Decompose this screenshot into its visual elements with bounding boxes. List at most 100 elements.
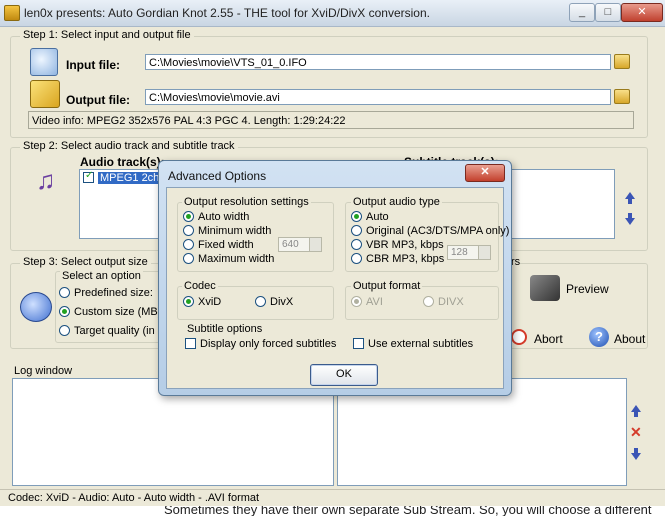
external-subtitles-option[interactable]: Use external subtitles <box>353 338 473 350</box>
status-text: Codec: XviD - Audio: Auto - Auto width -… <box>8 492 260 504</box>
forced-subtitles-label: Display only forced subtitles <box>200 338 337 350</box>
resolution-group-label: Output resolution settings <box>182 196 311 208</box>
res-auto-label: Auto width <box>198 211 250 223</box>
audio-auto-label: Auto <box>366 211 389 223</box>
audio-auto-radio[interactable] <box>351 211 362 222</box>
codec-xvid-label: XviD <box>198 296 222 308</box>
res-max-radio[interactable] <box>183 253 194 264</box>
move-up-icon[interactable] <box>624 192 636 206</box>
audio-track-list[interactable]: ✓ MPEG1 2ch <box>79 169 164 239</box>
custom-radio[interactable] <box>59 306 70 317</box>
dialog-close-button[interactable]: ✕ <box>465 164 505 182</box>
output-file-icon[interactable] <box>30 80 60 108</box>
app-icon <box>4 5 20 21</box>
browse-input-icon[interactable] <box>614 54 630 69</box>
preview-button[interactable]: Preview <box>566 282 609 296</box>
codec-divx-radio[interactable] <box>255 296 266 307</box>
audio-original-label: Original (AC3/DTS/MPA only) <box>366 225 510 237</box>
status-bar: Codec: XviD - Audio: Auto - Auto width -… <box>0 489 665 507</box>
audio-auto[interactable]: Auto <box>351 211 389 223</box>
ok-button[interactable]: OK <box>310 364 378 386</box>
audio-track-name: MPEG1 2ch <box>98 172 162 184</box>
window-title: len0x presents: Auto Gordian Knot 2.55 -… <box>24 6 430 20</box>
predefined-radio[interactable] <box>59 287 70 298</box>
res-auto-width[interactable]: Auto width <box>183 211 249 223</box>
audio-original[interactable]: Original (AC3/DTS/MPA only) <box>351 225 509 237</box>
minimize-button[interactable]: _ <box>569 3 595 22</box>
input-file-field[interactable]: C:\Movies\movie\VTS_01_0.IFO <box>145 54 611 70</box>
input-file-label: Input file: <box>66 58 120 72</box>
subtitle-track-list[interactable] <box>510 169 615 239</box>
res-auto-radio[interactable] <box>183 211 194 222</box>
custom-size-option[interactable]: Custom size (MB): <box>59 306 164 318</box>
format-group-label: Output format <box>351 280 423 292</box>
audio-cbr-label: CBR MP3, kbps <box>366 253 445 265</box>
background-page: Sometimes they have their own separate S… <box>0 506 665 516</box>
format-divx-label: DIVX <box>438 296 464 308</box>
target-label: Target quality (in pe <box>74 325 170 337</box>
fixed-width-spin-arrows[interactable] <box>309 238 321 251</box>
fixed-width-value: 640 <box>282 239 299 250</box>
res-fixed-width[interactable]: Fixed width <box>183 239 254 251</box>
title-bar: len0x presents: Auto Gordian Knot 2.55 -… <box>0 0 665 27</box>
dialog-body: Output resolution settings Auto width Mi… <box>166 187 509 389</box>
input-file-icon[interactable] <box>30 48 58 76</box>
target-radio[interactable] <box>59 325 70 336</box>
format-divx: DIVX <box>423 296 464 308</box>
music-note-icon: ♫ <box>36 165 56 195</box>
audio-track-item[interactable]: ✓ MPEG1 2ch <box>83 170 162 184</box>
forced-subtitles-option[interactable]: Display only forced subtitles <box>185 338 336 350</box>
close-button[interactable]: ✕ <box>621 3 663 22</box>
log-down-icon[interactable] <box>630 448 642 462</box>
res-fixed-radio[interactable] <box>183 239 194 250</box>
log-up-icon[interactable] <box>630 405 642 419</box>
codec-divx[interactable]: DivX <box>255 296 293 308</box>
audio-track-label: Audio track(s): <box>80 155 165 169</box>
output-file-field[interactable]: C:\Movies\movie\movie.avi <box>145 89 611 105</box>
res-minimum-width[interactable]: Minimum width <box>183 225 271 237</box>
mp3-bitrate-spin-arrows[interactable] <box>478 246 490 259</box>
res-maximum-width[interactable]: Maximum width <box>183 253 274 265</box>
step1-label: Step 1: Select input and output file <box>20 29 194 41</box>
codec-xvid[interactable]: XviD <box>183 296 221 308</box>
codec-divx-label: DivX <box>270 296 294 308</box>
dialog-title: Advanced Options <box>168 169 267 183</box>
step3-label: Step 3: Select output size <box>20 256 151 268</box>
audio-type-group-label: Output audio type <box>351 196 442 208</box>
predefined-size-option[interactable]: Predefined size: <box>59 287 153 299</box>
format-avi: AVI <box>351 296 383 308</box>
audio-vbr-mp3[interactable]: VBR MP3, kbps <box>351 239 444 251</box>
pie-chart-icon <box>20 292 52 322</box>
custom-label: Custom size (MB): <box>74 306 165 318</box>
subtitle-options-label: Subtitle options <box>185 323 265 335</box>
step2-label: Step 2: Select audio track and subtitle … <box>20 140 238 152</box>
about-button[interactable]: About <box>614 332 645 346</box>
audio-cbr-mp3[interactable]: CBR MP3, kbps <box>351 253 444 265</box>
about-icon[interactable]: ? <box>589 327 609 347</box>
codec-xvid-radio[interactable] <box>183 296 194 307</box>
log-delete-icon[interactable]: ✕ <box>630 425 642 439</box>
forced-subtitles-checkbox[interactable] <box>185 338 196 349</box>
mp3-bitrate-value: 128 <box>451 247 468 258</box>
abort-icon[interactable] <box>511 329 527 345</box>
fixed-width-spinner[interactable]: 640 <box>278 237 322 252</box>
film-reel-icon[interactable] <box>530 275 560 301</box>
background-text: Sometimes they have their own separate S… <box>164 506 652 516</box>
res-min-label: Minimum width <box>198 225 272 237</box>
res-min-radio[interactable] <box>183 225 194 236</box>
audio-cbr-radio[interactable] <box>351 253 362 264</box>
move-down-icon[interactable] <box>624 213 636 227</box>
audio-vbr-radio[interactable] <box>351 239 362 250</box>
mp3-bitrate-spinner[interactable]: 128 <box>447 245 491 260</box>
abort-button[interactable]: Abort <box>534 332 563 346</box>
external-subtitles-checkbox[interactable] <box>353 338 364 349</box>
audio-original-radio[interactable] <box>351 225 362 236</box>
video-info: Video info: MPEG2 352x576 PAL 4:3 PGC 4.… <box>28 111 634 129</box>
target-quality-option[interactable]: Target quality (in pe <box>59 325 170 337</box>
res-fixed-label: Fixed width <box>198 239 254 251</box>
format-divx-radio <box>423 296 434 307</box>
codec-group-label: Codec <box>182 280 218 292</box>
audio-track-checkbox[interactable]: ✓ <box>83 170 94 183</box>
browse-output-icon[interactable] <box>614 89 630 104</box>
maximize-button[interactable]: □ <box>595 3 621 22</box>
